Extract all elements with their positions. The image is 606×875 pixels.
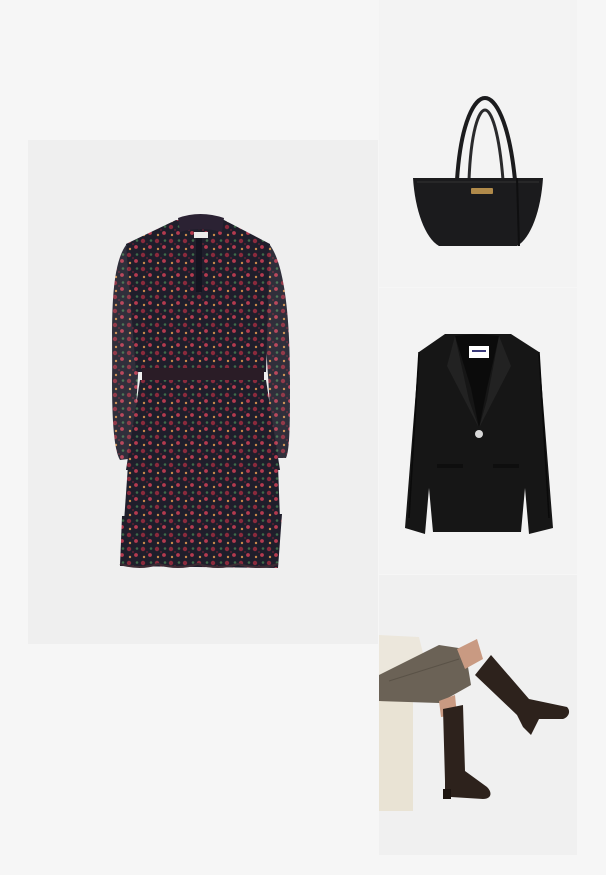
- black-blazer-image: [405, 334, 553, 534]
- product-tile-blazer[interactable]: [379, 288, 577, 574]
- product-tile-bag[interactable]: [379, 0, 577, 287]
- knee-high-boots-image: [379, 635, 570, 811]
- floral-dress-image: [112, 214, 290, 568]
- product-tile-dress[interactable]: [28, 140, 378, 644]
- product-tile-boots[interactable]: [379, 575, 577, 855]
- tote-bag-image: [413, 95, 543, 247]
